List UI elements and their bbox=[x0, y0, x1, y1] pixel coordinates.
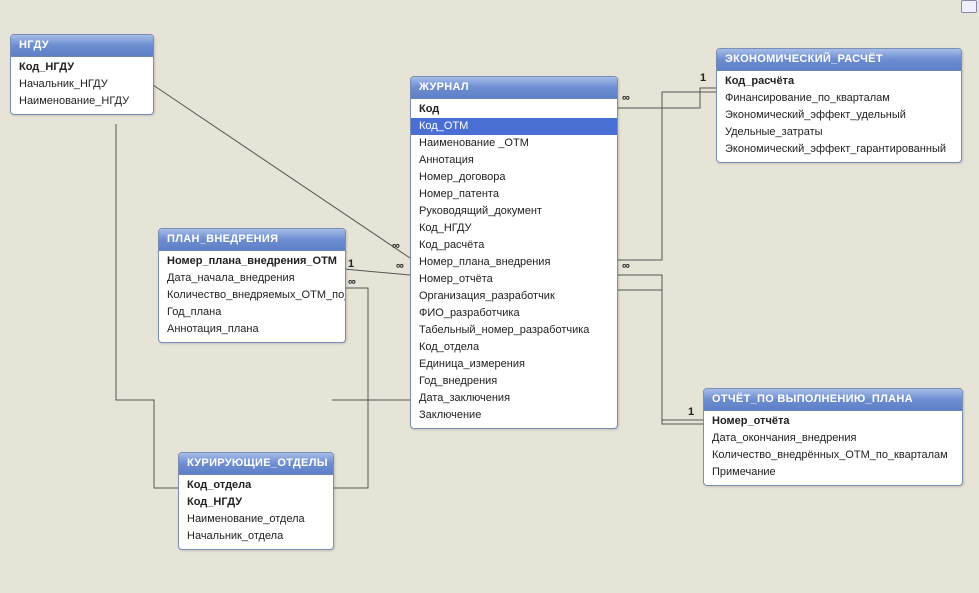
table-plan-vnedreniya[interactable]: ПЛАН_ВНЕДРЕНИЯ Номер_плана_внедрения_ОТМ… bbox=[158, 228, 346, 343]
table-ekonomicheskiy-raschet[interactable]: ЭКОНОМИЧЕСКИЙ_РАСЧЁТ Код_расчёта Финанси… bbox=[716, 48, 962, 163]
table-otchet-po-vypolneniyu-plana[interactable]: ОТЧЁТ_ПО ВЫПОЛНЕНИЮ_ПЛАНА Номер_отчёта Д… bbox=[703, 388, 963, 486]
field-pk[interactable]: Код_расчёта bbox=[717, 73, 961, 90]
field-pk[interactable]: Код bbox=[411, 101, 617, 118]
field[interactable]: Год_плана bbox=[159, 304, 345, 321]
table-title: ОТЧЁТ_ПО ВЫПОЛНЕНИЮ_ПЛАНА bbox=[704, 389, 962, 411]
field[interactable]: Наименование _ОТМ bbox=[411, 135, 617, 152]
field-pk[interactable]: Номер_плана_внедрения_ОТМ bbox=[159, 253, 345, 270]
field[interactable]: Наименование_отдела bbox=[179, 511, 333, 528]
field[interactable]: Код_НГДУ bbox=[411, 220, 617, 237]
field[interactable]: Количество_внедряемых_ОТМ_по_кв bbox=[159, 287, 345, 304]
field[interactable]: Дата_заключения bbox=[411, 390, 617, 407]
field[interactable]: Экономический_эффект_гарантированный bbox=[717, 141, 961, 158]
table-title: ЭКОНОМИЧЕСКИЙ_РАСЧЁТ bbox=[717, 49, 961, 71]
field[interactable]: Дата_окончания_внедрения bbox=[704, 430, 962, 447]
field-pk[interactable]: Код_НГДУ bbox=[11, 59, 153, 76]
cardinality-1: 1 bbox=[348, 258, 354, 270]
field[interactable]: Код_расчёта bbox=[411, 237, 617, 254]
table-ngdu[interactable]: НГДУ Код_НГДУ Начальник_НГДУ Наименовани… bbox=[10, 34, 154, 115]
cardinality-1: 1 bbox=[700, 72, 706, 84]
field[interactable]: Количество_внедрённых_ОТМ_по_кварталам bbox=[704, 447, 962, 464]
field[interactable]: Номер_отчёта bbox=[411, 271, 617, 288]
cardinality-1: 1 bbox=[688, 406, 694, 418]
field[interactable]: Начальник_отдела bbox=[179, 528, 333, 545]
field[interactable]: Удельные_затраты bbox=[717, 124, 961, 141]
field[interactable]: Табельный_номер_разработчика bbox=[411, 322, 617, 339]
table-title: НГДУ bbox=[11, 35, 153, 57]
cardinality-inf: ∞ bbox=[622, 92, 630, 104]
field[interactable]: Финансирование_по_кварталам bbox=[717, 90, 961, 107]
cardinality-inf: ∞ bbox=[392, 240, 400, 252]
table-kuriruyushchie-otdely[interactable]: КУРИРУЮЩИЕ_ОТДЕЛЫ Код_отдела Код_НГДУ На… bbox=[178, 452, 334, 550]
table-zhurnal[interactable]: ЖУРНАЛ Код Код_ОТМ Наименование _ОТМ Анн… bbox=[410, 76, 618, 429]
cardinality-inf: ∞ bbox=[396, 260, 404, 272]
field[interactable]: Номер_патента bbox=[411, 186, 617, 203]
table-title: КУРИРУЮЩИЕ_ОТДЕЛЫ bbox=[179, 453, 333, 475]
field-pk[interactable]: Код_НГДУ bbox=[179, 494, 333, 511]
table-title: ЖУРНАЛ bbox=[411, 77, 617, 99]
field[interactable]: Заключение bbox=[411, 407, 617, 424]
relationship-canvas[interactable]: 1 ∞ 1 ∞ ∞ ∞ ∞ 1 ∞ 1 НГДУ Код_НГДУ Началь… bbox=[0, 0, 979, 593]
field[interactable]: Номер_плана_внедрения bbox=[411, 254, 617, 271]
field[interactable]: ФИО_разработчика bbox=[411, 305, 617, 322]
field-pk[interactable]: Код_отдела bbox=[179, 477, 333, 494]
field[interactable]: Дата_начала_внедрения bbox=[159, 270, 345, 287]
field[interactable]: Номер_договора bbox=[411, 169, 617, 186]
field[interactable]: Начальник_НГДУ bbox=[11, 76, 153, 93]
field[interactable]: Экономический_эффект_удельный bbox=[717, 107, 961, 124]
field[interactable]: Руководящий_документ bbox=[411, 203, 617, 220]
cardinality-inf: ∞ bbox=[622, 260, 630, 272]
field[interactable]: Наименование_НГДУ bbox=[11, 93, 153, 110]
field[interactable]: Аннотация bbox=[411, 152, 617, 169]
cardinality-inf: ∞ bbox=[348, 276, 356, 288]
field-pk[interactable]: Номер_отчёта bbox=[704, 413, 962, 430]
field[interactable]: Организация_разработчик bbox=[411, 288, 617, 305]
field[interactable]: Год_внедрения bbox=[411, 373, 617, 390]
field[interactable]: Единица_измерения bbox=[411, 356, 617, 373]
field[interactable]: Аннотация_плана bbox=[159, 321, 345, 338]
window-control-icon[interactable] bbox=[961, 0, 977, 13]
table-title: ПЛАН_ВНЕДРЕНИЯ bbox=[159, 229, 345, 251]
field[interactable]: Примечание bbox=[704, 464, 962, 481]
field[interactable]: Код_отдела bbox=[411, 339, 617, 356]
field-selected[interactable]: Код_ОТМ bbox=[411, 118, 617, 135]
